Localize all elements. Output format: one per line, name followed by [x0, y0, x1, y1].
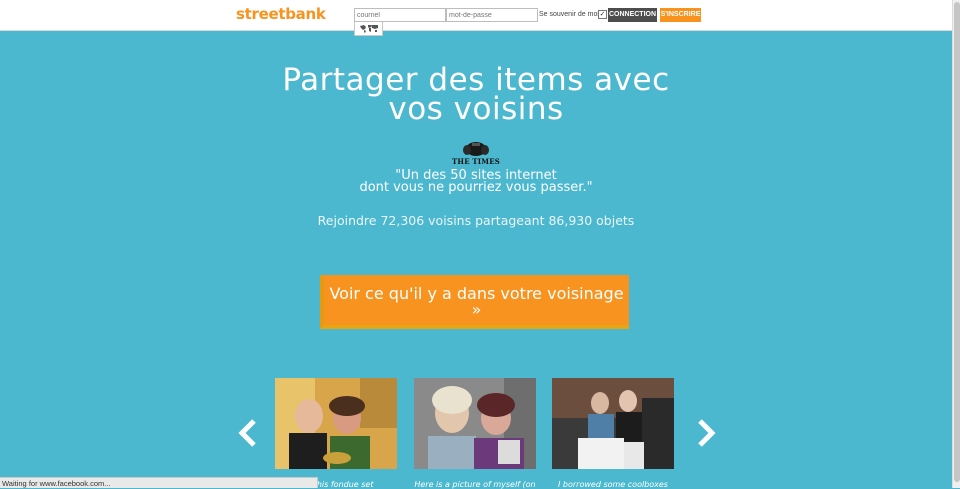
carousel-next-button[interactable]: [694, 418, 718, 448]
browser-status-bar: Waiting for www.facebook.com...: [0, 477, 318, 488]
login-button[interactable]: CONNECTION: [608, 8, 657, 22]
carousel-photo-2[interactable]: [414, 378, 536, 469]
email-field[interactable]: [354, 8, 446, 22]
signup-button[interactable]: S'INSCRIRE: [660, 8, 701, 22]
scrollbar-thumb[interactable]: [954, 2, 960, 482]
the-times-wordmark: THE TIMES: [451, 157, 501, 166]
map-toggle-button[interactable]: [354, 22, 383, 36]
press-quote: "Un des 50 sites internet dont vous ne p…: [300, 169, 652, 195]
chevron-right-icon: [698, 419, 716, 447]
times-crest-icon: [463, 142, 489, 156]
top-bar: streetbank Se souvenir de moi ✓ CONNECTI…: [0, 0, 952, 31]
chevron-left-icon: [238, 419, 256, 447]
cta-label-line-2: »: [471, 300, 482, 319]
press-quote-line-2: dont vous ne pourriez vous passer.": [359, 180, 593, 195]
page-scrollbar[interactable]: [952, 0, 960, 488]
carousel-photo-3[interactable]: [552, 378, 674, 469]
hero-title-line-2: vos voisins: [388, 91, 564, 127]
the-times-logo: THE TIMES: [446, 141, 506, 167]
join-stats-text: Rejoindre 72,306 voisins partageant 86,9…: [317, 213, 635, 228]
world-map-icon: [359, 25, 378, 33]
remember-me-checkbox[interactable]: ✓: [598, 10, 607, 19]
carousel-prev-button[interactable]: [236, 418, 260, 448]
carousel-photo-1[interactable]: [275, 378, 397, 469]
streetbank-logo[interactable]: streetbank: [236, 5, 326, 23]
hero-title: Partager des items avec vos voisins: [280, 65, 672, 127]
password-field[interactable]: [446, 8, 538, 22]
remember-me-label: Se souvenir de moi: [539, 11, 599, 18]
explore-neighbourhood-button[interactable]: Voir ce qu'il y a dans votre voisinage »: [320, 275, 629, 329]
